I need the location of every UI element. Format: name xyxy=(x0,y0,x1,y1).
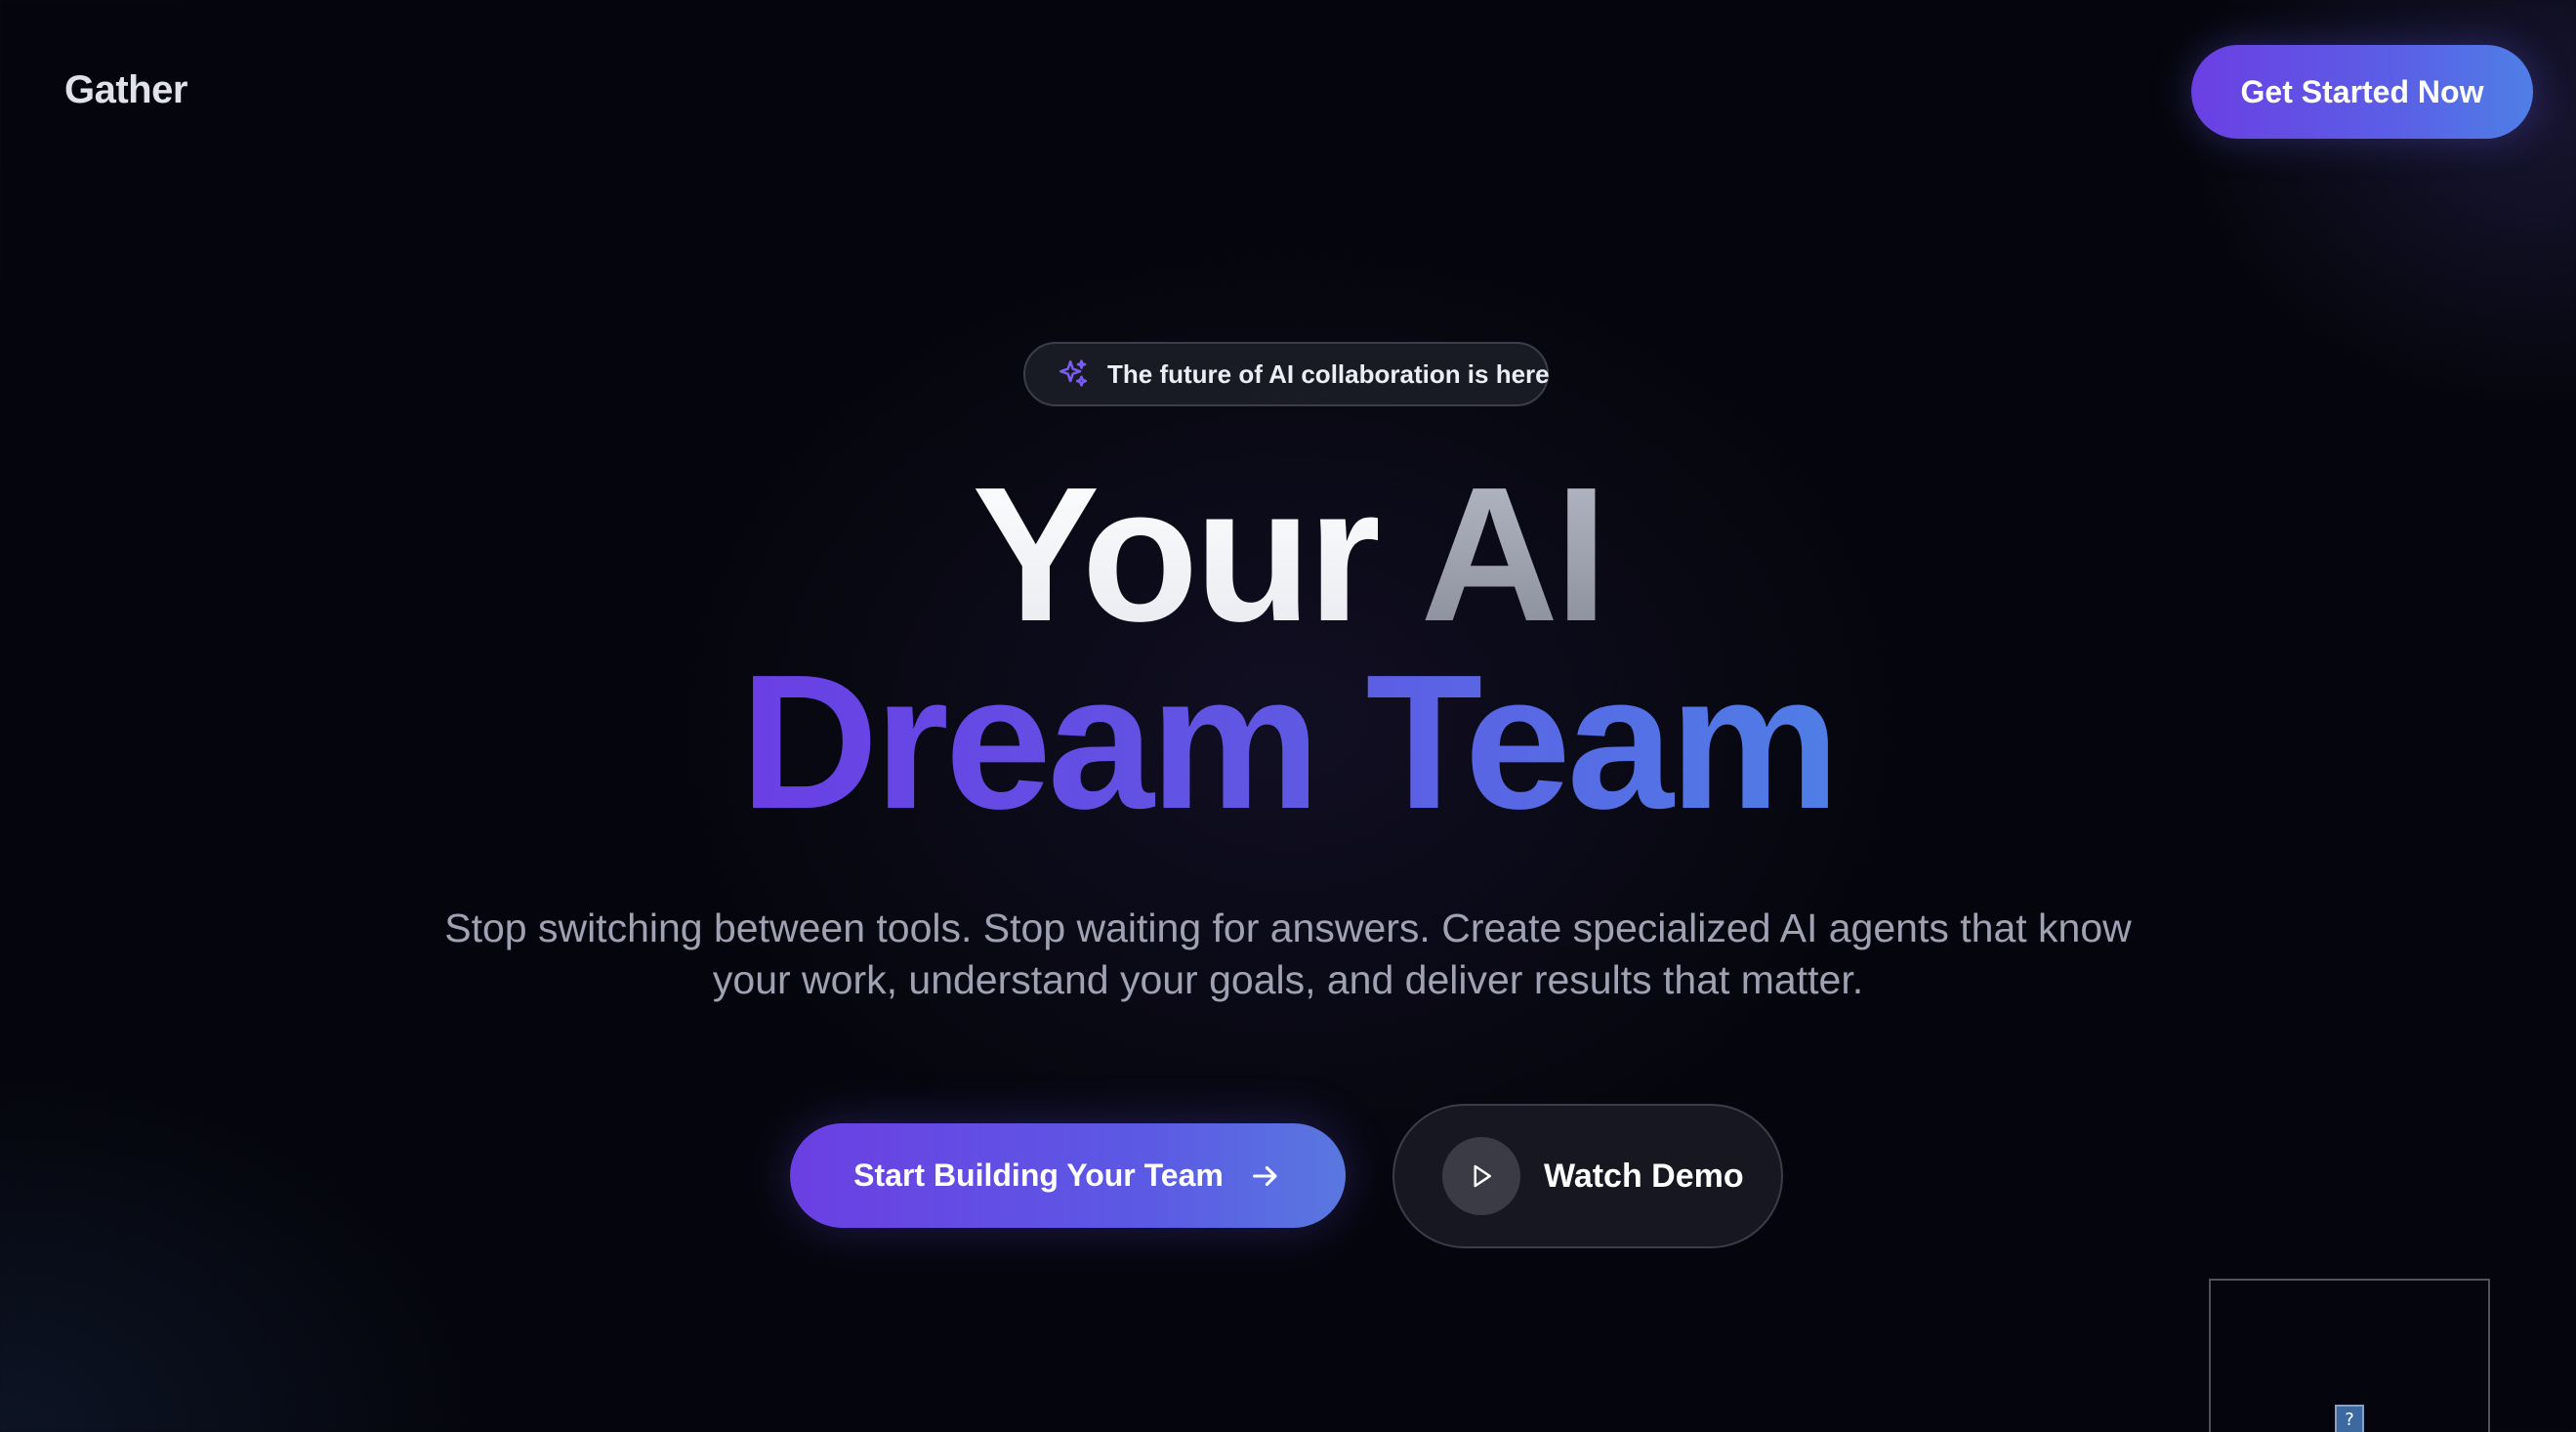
embedded-frame: ? xyxy=(2209,1279,2490,1432)
sparkle-icon xyxy=(1059,359,1088,387)
headline-word-your: Your xyxy=(972,447,1382,661)
watch-demo-label: Watch Demo xyxy=(1544,1157,1744,1195)
hero-headline: Your AI Dream Team xyxy=(0,459,2576,838)
get-started-button[interactable]: Get Started Now xyxy=(2191,45,2533,139)
play-button-circle xyxy=(1442,1137,1520,1215)
logo[interactable]: Gather xyxy=(64,68,187,112)
subtitle-line-1: Stop switching between tools. Stop waiti… xyxy=(444,906,2132,950)
headline-dream-team: Dream Team xyxy=(739,635,1840,849)
play-icon xyxy=(1474,1164,1491,1188)
hero-subtitle: Stop switching between tools. Stop waiti… xyxy=(409,903,2167,1006)
headline-word-ai: AI xyxy=(1420,447,1608,661)
arrow-right-icon xyxy=(1252,1165,1277,1186)
subtitle-line-2: your work, understand your goals, and de… xyxy=(712,957,1864,1002)
start-building-label: Start Building Your Team xyxy=(853,1158,1224,1193)
broken-image-icon: ? xyxy=(2335,1405,2364,1432)
watch-demo-button[interactable]: Watch Demo xyxy=(1392,1104,1783,1248)
badge-text: The future of AI collaboration is here xyxy=(1107,358,1550,389)
announcement-badge: The future of AI collaboration is here xyxy=(1023,342,1550,406)
start-building-button[interactable]: Start Building Your Team xyxy=(790,1123,1346,1228)
